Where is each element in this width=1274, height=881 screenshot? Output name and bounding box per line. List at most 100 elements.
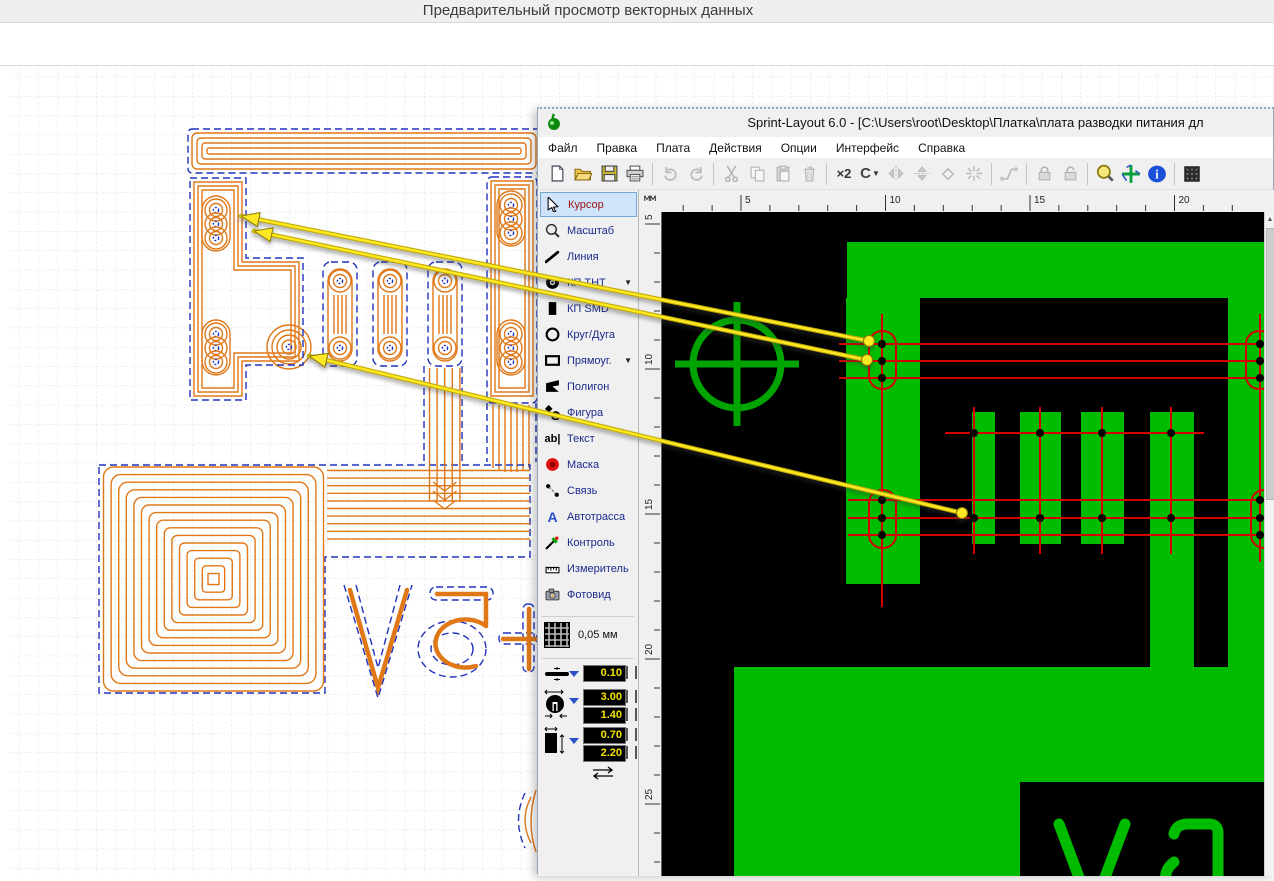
smd-size-dropdown[interactable] xyxy=(569,738,579,744)
lock-button[interactable] xyxy=(1032,162,1056,186)
tool-polygon[interactable]: Полигон xyxy=(540,374,637,399)
scroll-up-arrow[interactable]: ▲ xyxy=(1265,212,1274,227)
pad-drill-value[interactable]: 1.40 xyxy=(583,707,626,724)
ruler-icon xyxy=(544,560,561,577)
test-probe-icon xyxy=(544,534,561,551)
snap-center-button[interactable] xyxy=(962,162,986,186)
svg-text:20: 20 xyxy=(1179,195,1191,206)
svg-text:10: 10 xyxy=(890,195,902,206)
magnifier-icon xyxy=(544,222,561,239)
menu-file[interactable]: Файл xyxy=(548,141,578,155)
mask-icon xyxy=(544,456,561,473)
tool-pad-smd[interactable]: КП SMD xyxy=(540,296,637,321)
svg-text:10: 10 xyxy=(644,353,655,365)
svg-text:5: 5 xyxy=(745,195,751,206)
svg-text:25: 25 xyxy=(644,788,655,800)
window-title: Sprint-Layout 6.0 - [C:\Users\root\Deskt… xyxy=(747,115,1204,130)
cut-button[interactable] xyxy=(719,162,743,186)
tool-autoroute[interactable]: A Автотрасса xyxy=(540,504,637,529)
tool-mask[interactable]: Маска xyxy=(540,452,637,477)
menu-actions[interactable]: Действия xyxy=(709,141,762,155)
rect-width-value[interactable]: 0.70 xyxy=(583,727,626,744)
tool-circle[interactable]: Круг/Дуга xyxy=(540,322,637,347)
print-button[interactable] xyxy=(623,162,647,186)
zoom-button[interactable] xyxy=(1093,162,1117,186)
horizontal-ruler: 5 10 15 20 xyxy=(661,190,1274,212)
shape-icon xyxy=(544,404,561,421)
svg-text:15: 15 xyxy=(1034,195,1046,206)
pad-drill-dots xyxy=(878,340,1264,539)
menu-edit[interactable]: Правка xyxy=(597,141,638,155)
circle-icon xyxy=(544,326,561,343)
copy-button[interactable] xyxy=(745,162,769,186)
rotate-button[interactable]: C ▼ xyxy=(858,162,882,186)
duplicate-x2-button[interactable]: ×2 xyxy=(832,162,856,186)
ruler-unit: мм xyxy=(643,193,657,204)
tool-zoom[interactable]: Масштаб xyxy=(540,218,637,243)
tool-connection[interactable]: Связь xyxy=(540,478,637,503)
menu-help[interactable]: Справка xyxy=(918,141,965,155)
rectangle-icon xyxy=(544,352,561,369)
rotate-dropdown-arrow: ▼ xyxy=(871,169,880,178)
tool-palette: Курсор Масштаб Линия КП ТНТ ▼ КП SMD Круг… xyxy=(538,190,639,876)
connection-icon xyxy=(544,482,561,499)
menu-board[interactable]: Плата xyxy=(656,141,690,155)
new-file-button[interactable] xyxy=(545,162,569,186)
vertical-ruler: 5 10 15 20 25 xyxy=(639,194,661,876)
mirror-vertical-button[interactable] xyxy=(910,162,934,186)
track-width-dropdown[interactable] xyxy=(569,671,579,677)
scrollbar-thumb[interactable] xyxy=(1266,228,1274,500)
vertical-scrollbar[interactable]: ▲ xyxy=(1264,212,1274,876)
rectangle-dropdown-arrow[interactable]: ▼ xyxy=(624,356,632,365)
undo-button[interactable] xyxy=(658,162,682,186)
delete-button[interactable] xyxy=(797,162,821,186)
tool-rectangle[interactable]: Прямоуг. ▼ xyxy=(540,348,637,373)
grid-button[interactable] xyxy=(544,622,570,648)
smd-size-icon xyxy=(544,727,565,754)
grid-value[interactable]: 0,05 мм xyxy=(578,629,618,641)
tool-cursor[interactable]: Курсор xyxy=(540,192,637,217)
separator xyxy=(542,658,634,659)
app-icon xyxy=(548,113,560,130)
menu-options[interactable]: Опции xyxy=(781,141,817,155)
svg-text:5: 5 xyxy=(644,214,655,220)
track-width-value[interactable]: 0.10 xyxy=(583,665,626,682)
redo-button[interactable] xyxy=(684,162,708,186)
menu-interface[interactable]: Интерфейс xyxy=(836,141,899,155)
origin-crosshair-button[interactable] xyxy=(1119,162,1143,186)
rect-height-grip[interactable] xyxy=(626,746,637,759)
tool-photoview[interactable]: Фотовид xyxy=(540,582,637,607)
mirror-horizontal-button[interactable] xyxy=(884,162,908,186)
tool-line[interactable]: Линия xyxy=(540,244,637,269)
window-titlebar[interactable]: Sprint-Layout 6.0 - [C:\Users\root\Deskt… xyxy=(538,109,1273,137)
track-width-grip[interactable] xyxy=(626,666,637,679)
paste-button[interactable] xyxy=(771,162,795,186)
tool-measure[interactable]: Измеритель xyxy=(540,556,637,581)
reroute-button[interactable] xyxy=(997,162,1021,186)
save-button[interactable] xyxy=(597,162,621,186)
polygon-icon xyxy=(544,378,561,395)
autoroute-icon: A xyxy=(547,508,558,525)
toolbar: ×2 C ▼ i xyxy=(538,158,1273,190)
pad-drill-grip[interactable] xyxy=(626,708,637,721)
tool-shape[interactable]: Фигура xyxy=(540,400,637,425)
rect-height-value[interactable]: 2.20 xyxy=(583,745,626,762)
align-button[interactable] xyxy=(936,162,960,186)
unlock-button[interactable] xyxy=(1058,162,1082,186)
camera-icon xyxy=(544,586,561,603)
pcb-canvas[interactable] xyxy=(661,212,1264,876)
sprint-layout-window: Sprint-Layout 6.0 - [C:\Users\root\Deskt… xyxy=(537,107,1274,876)
open-folder-button[interactable] xyxy=(571,162,595,186)
swap-values-icon[interactable] xyxy=(590,766,616,780)
rect-width-grip[interactable] xyxy=(626,728,637,741)
info-button[interactable]: i xyxy=(1145,162,1169,186)
pad-tht-dropdown-arrow[interactable]: ▼ xyxy=(624,278,632,287)
text-icon: ab| xyxy=(544,432,561,445)
pad-outer-value[interactable]: 3.00 xyxy=(583,689,626,706)
pad-size-dropdown[interactable] xyxy=(569,698,579,704)
tool-test[interactable]: Контроль xyxy=(540,530,637,555)
photoview-button[interactable] xyxy=(1180,162,1204,186)
pad-outer-grip[interactable] xyxy=(626,690,637,703)
tool-text[interactable]: ab| Текст xyxy=(540,426,637,451)
tool-pad-tht[interactable]: КП ТНТ ▼ xyxy=(540,270,637,295)
